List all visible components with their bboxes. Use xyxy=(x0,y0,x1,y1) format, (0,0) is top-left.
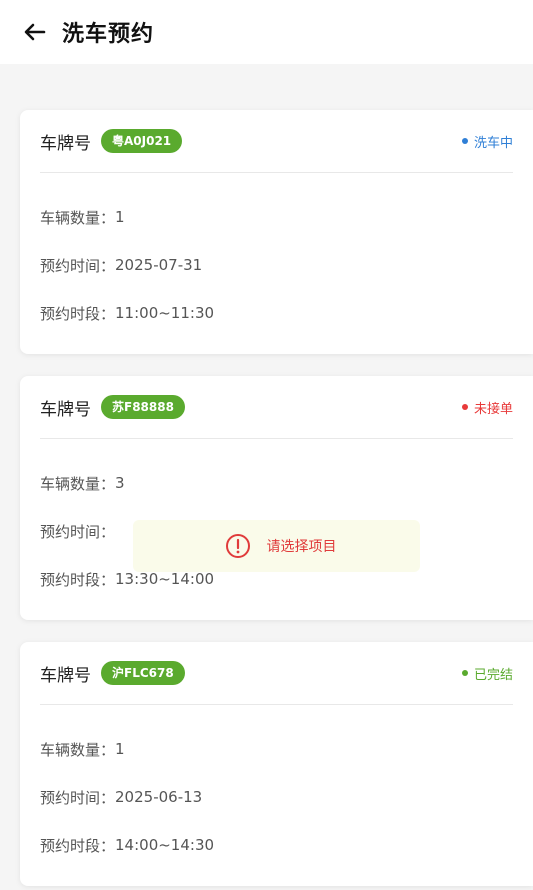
card-header: 车牌号 粤A0J021 洗车中 xyxy=(40,110,513,173)
status-text: 洗车中 xyxy=(473,135,513,151)
slot-label: 预约时段： xyxy=(40,304,116,323)
slot-value: 11:00~11:30 xyxy=(115,304,215,322)
status-badge: 洗车中 xyxy=(461,132,513,151)
page: 洗车预约 车牌号 粤A0J021 洗车中 车辆数量： 1 预约时间： 2025-… xyxy=(0,0,533,890)
count-label: 车辆数量： xyxy=(40,208,116,227)
status-dot-icon xyxy=(461,404,468,410)
order-card[interactable]: 车牌号 粤A0J021 洗车中 车辆数量： 1 预约时间： 2025-07-31… xyxy=(20,110,533,354)
slot-value: 14:00~14:30 xyxy=(115,836,215,854)
date-label: 预约时间： xyxy=(40,522,116,541)
count-label: 车辆数量： xyxy=(40,740,116,759)
date-label: 预约时间： xyxy=(40,788,116,807)
date-value: 2025-06-13 xyxy=(115,788,203,806)
arrow-left-icon xyxy=(24,23,46,41)
plate-badge: 粤A0J021 xyxy=(101,129,183,153)
alert-circle-icon xyxy=(225,534,250,558)
date-label: 预约时间： xyxy=(40,256,116,275)
info-row-date: 预约时间： 2025-07-31 xyxy=(40,241,513,289)
plate-label: 车牌号 xyxy=(40,133,91,154)
info-row-slot: 预约时段： 14:00~14:30 xyxy=(40,821,513,869)
back-button[interactable] xyxy=(22,19,48,45)
status-badge: 已完结 xyxy=(461,664,513,683)
toast-text: 请选择项目 xyxy=(266,539,337,555)
info-row-count: 车辆数量： 1 xyxy=(40,725,513,773)
status-text: 未接单 xyxy=(473,401,513,417)
status-dot-icon xyxy=(461,670,468,676)
date-value: 2025-07-31 xyxy=(115,256,203,274)
count-value: 1 xyxy=(115,740,125,758)
info-row-date: 预约时间： 2025-06-13 xyxy=(40,773,513,821)
page-title: 洗车预约 xyxy=(62,22,155,47)
count-value: 3 xyxy=(115,474,125,492)
card-header: 车牌号 沪FLC678 已完结 xyxy=(40,642,513,705)
order-card[interactable]: 车牌号 沪FLC678 已完结 车辆数量： 1 预约时间： 2025-06-13… xyxy=(20,642,533,886)
status-dot-icon xyxy=(461,138,468,144)
nav-header: 洗车预约 xyxy=(0,0,533,64)
slot-label: 预约时段： xyxy=(40,570,116,589)
card-body: 车辆数量： 1 预约时间： 2025-06-13 预约时段： 14:00~14:… xyxy=(40,705,513,869)
plate-badge: 沪FLC678 xyxy=(101,661,185,685)
status-text: 已完结 xyxy=(473,667,513,683)
plate-badge: 苏F88888 xyxy=(101,395,185,419)
count-value: 1 xyxy=(115,208,125,226)
slot-value: 13:30~14:00 xyxy=(115,570,215,588)
slot-label: 预约时段： xyxy=(40,836,116,855)
info-row-count: 车辆数量： 3 xyxy=(40,459,513,507)
count-label: 车辆数量： xyxy=(40,474,116,493)
card-header: 车牌号 苏F88888 未接单 xyxy=(40,376,513,439)
order-card[interactable]: 车牌号 苏F88888 未接单 车辆数量： 3 预约时间： 预约时段： 13:3… xyxy=(20,376,533,620)
info-row-slot: 预约时段： 11:00~11:30 xyxy=(40,289,513,337)
card-body: 车辆数量： 1 预约时间： 2025-07-31 预约时段： 11:00~11:… xyxy=(40,173,513,337)
info-row-count: 车辆数量： 1 xyxy=(40,193,513,241)
toast-message: 请选择项目 xyxy=(133,520,420,572)
plate-label: 车牌号 xyxy=(40,399,91,420)
plate-label: 车牌号 xyxy=(40,665,91,686)
status-badge: 未接单 xyxy=(461,398,513,417)
